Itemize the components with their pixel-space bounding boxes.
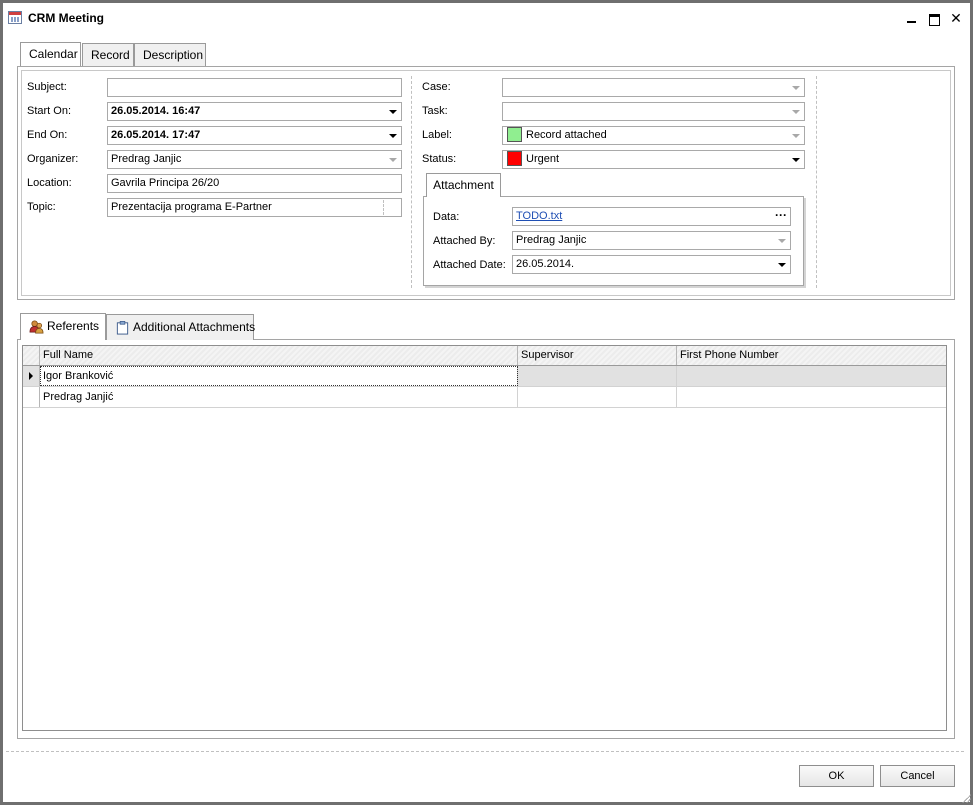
status-color-swatch [507,151,522,166]
subject-label: Subject: [27,81,67,93]
data-label: Data: [433,211,460,223]
referents-grid: Full Name Supervisor First Phone Number … [22,345,947,731]
topic-value: Prezentacija programa E-Partner [111,201,272,213]
maximize-icon[interactable] [925,9,943,27]
close-icon[interactable]: ✕ [947,9,965,27]
column-header-supervisor[interactable]: Supervisor [518,346,677,365]
attached-by-label: Attached By: [433,235,496,247]
case-select[interactable] [502,78,805,97]
organizer-label: Organizer: [27,153,79,165]
table-row[interactable]: Igor Branković [23,366,946,387]
calendar-app-icon [8,11,22,24]
label-label: Label: [422,129,452,141]
location-input[interactable]: Gavrila Principa 26/20 [107,174,402,193]
row-indicator [23,387,40,407]
field-separator [383,200,384,215]
case-label: Case: [422,81,451,93]
status-select[interactable]: Urgent [502,150,805,169]
organizer-value: Predrag Janjic [111,153,182,165]
chevron-down-icon[interactable] [792,158,800,162]
tab-calendar[interactable]: Calendar [20,42,81,67]
grid-header-indicator [23,346,40,365]
attachment-file-link[interactable]: TODO.txt [516,210,562,222]
status-value: Urgent [526,153,560,165]
end-on-value: 26.05.2014. 17:47 [111,129,201,141]
label-select[interactable]: Record attached [502,126,805,145]
chevron-down-icon[interactable] [792,86,800,90]
end-on-datepicker[interactable]: 26.05.2014. 17:47 [107,126,402,145]
start-on-label: Start On: [27,105,72,117]
chevron-down-icon[interactable] [389,158,397,162]
tab-additional-attachments[interactable]: Additional Attachments [106,314,256,340]
chevron-down-icon[interactable] [389,110,397,114]
footer-separator [6,751,964,752]
row-indicator-arrow-icon [23,366,40,386]
title-bar[interactable]: CRM Meeting ✕ [3,3,970,33]
subject-input[interactable] [107,78,402,97]
ok-button[interactable]: OK [799,765,874,787]
chevron-down-icon[interactable] [792,110,800,114]
attached-by-select[interactable]: Predrag Janjic [512,231,791,250]
cell-supervisor[interactable] [518,387,677,407]
location-label: Location: [27,177,72,189]
attached-date-picker[interactable]: 26.05.2014. [512,255,791,274]
topic-label: Topic: [27,201,56,213]
tab-referents[interactable]: Referents [20,313,106,340]
table-row[interactable]: Predrag Janjić [23,387,946,408]
tab-additional-attachments-label: Additional Attachments [133,320,256,334]
tab-description[interactable]: Description [134,43,206,67]
cell-full-name[interactable]: Igor Branković [40,366,518,386]
attached-date-label: Attached Date: [433,259,506,271]
column-separator-right [816,76,817,288]
grid-header: Full Name Supervisor First Phone Number [23,346,946,366]
window-title: CRM Meeting [28,11,104,25]
attached-date-value: 26.05.2014. [516,258,575,270]
chevron-down-icon[interactable] [778,263,786,267]
label-color-swatch [507,127,522,142]
cancel-button[interactable]: Cancel [880,765,955,787]
start-on-value: 26.05.2014. 16:47 [111,105,201,117]
tab-referents-label: Referents [47,319,100,333]
end-on-label: End On: [27,129,68,141]
cell-supervisor[interactable] [518,366,677,386]
tab-attachment[interactable]: Attachment [426,173,501,197]
start-on-datepicker[interactable]: 26.05.2014. 16:47 [107,102,402,121]
data-file-field[interactable]: TODO.txt ··· [512,207,791,226]
minimize-icon[interactable] [903,9,921,27]
task-label: Task: [422,105,448,117]
cell-first-phone-number[interactable] [677,387,946,407]
browse-ellipsis-button[interactable]: ··· [775,208,787,223]
resize-grip-icon[interactable] [961,793,971,803]
clipboard-icon [116,321,129,335]
cell-full-name[interactable]: Predrag Janjić [40,387,518,407]
chevron-down-icon[interactable] [792,134,800,138]
task-select[interactable] [502,102,805,121]
organizer-select[interactable]: Predrag Janjic [107,150,402,169]
column-header-full-name[interactable]: Full Name [40,346,518,365]
attached-by-value: Predrag Janjic [516,234,587,246]
cell-first-phone-number[interactable] [677,366,946,386]
tab-record[interactable]: Record [82,43,134,67]
label-value: Record attached [526,129,607,141]
column-header-first-phone-number[interactable]: First Phone Number [677,346,946,365]
column-separator [411,76,412,288]
status-label: Status: [422,153,457,165]
chevron-down-icon[interactable] [778,239,786,243]
chevron-down-icon[interactable] [389,134,397,138]
people-icon [29,320,44,334]
topic-input[interactable]: Prezentacija programa E-Partner [107,198,402,217]
